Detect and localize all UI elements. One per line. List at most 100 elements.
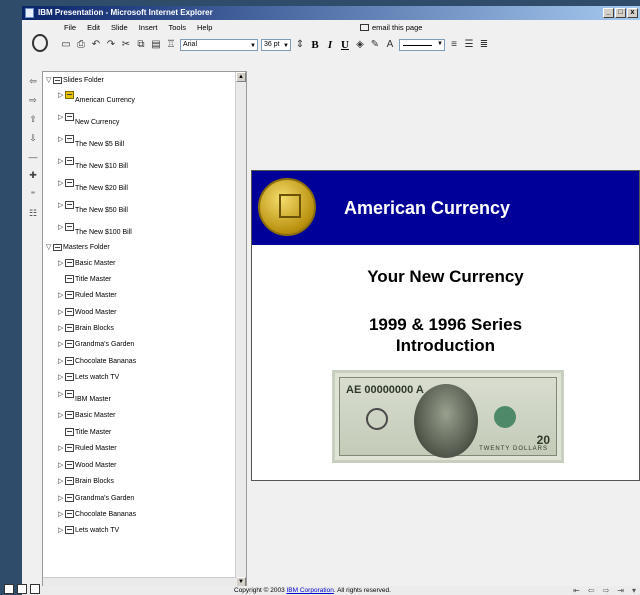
twisty-icon: ▷	[58, 462, 64, 469]
fill-color-icon[interactable]: ◈	[354, 39, 366, 51]
minimize-button[interactable]: _	[603, 8, 614, 18]
tree-master-item[interactable]: ▷ Ruled Master	[58, 291, 117, 299]
node-label: New Currency	[75, 118, 120, 126]
ibm-corporation-link[interactable]: IBM Corporation	[287, 587, 334, 594]
treasury-seal-icon	[258, 178, 316, 236]
presentation-app: File Edit Slide Insert Tools Help email …	[4, 20, 640, 595]
outline-view-icon[interactable]	[30, 584, 40, 594]
tree-slide-item[interactable]: ▷ The New $50 Bill	[58, 201, 128, 214]
tree-master-item[interactable]: ▷ Brain Blocks	[58, 324, 114, 332]
underline-button[interactable]: U	[339, 39, 351, 51]
tree-master-item[interactable]: ▷ Basic Master	[58, 411, 115, 419]
twisty-icon: ▷	[58, 478, 64, 485]
sorter-view-icon[interactable]	[17, 584, 27, 594]
previous-slide-icon[interactable]: ⇦	[588, 586, 595, 595]
bold-button[interactable]: B	[309, 39, 321, 51]
copy-icon[interactable]: ⧉	[135, 39, 147, 51]
align-center-icon[interactable]: ☰	[463, 39, 475, 51]
email-label: email this page	[372, 23, 423, 32]
scroll-up-icon[interactable]: ▲	[236, 72, 246, 82]
paste-icon[interactable]: ▤	[150, 39, 162, 51]
normal-view-icon[interactable]	[4, 584, 14, 594]
tree-master-item[interactable]: ▷ Basic Master	[58, 259, 115, 267]
first-slide-icon[interactable]: ⇤	[573, 586, 580, 595]
align-right-icon[interactable]: ≣	[478, 39, 490, 51]
twisty-icon: ▷	[58, 158, 64, 165]
font-family-value: Arial	[183, 40, 198, 48]
menu-bar: File Edit Slide Insert Tools Help	[64, 23, 212, 32]
cut-icon[interactable]: ✂	[120, 39, 132, 51]
expand-icon[interactable]: ✚	[29, 170, 37, 181]
email-page-link[interactable]: email this page	[360, 23, 422, 32]
federal-reserve-seal-icon	[366, 408, 388, 430]
tree-master-item[interactable]: ▷ Chocolate Bananas	[58, 357, 136, 365]
twisty-icon: ▽	[46, 77, 52, 84]
menu-slide[interactable]: Slide	[111, 23, 128, 32]
tree-slide-item[interactable]: ▷ The New $20 Bill	[58, 179, 128, 192]
tree-master-item[interactable]: ▷ Lets watch TV	[58, 526, 119, 534]
print-icon[interactable]: ⎙	[75, 39, 87, 51]
tree-slide-item[interactable]: ▷ American Currency	[58, 91, 135, 104]
text-color-icon[interactable]: A	[384, 39, 396, 51]
menu-insert[interactable]: Insert	[139, 23, 158, 32]
summary-icon[interactable]: ☷	[29, 208, 37, 219]
twisty-icon: ▷	[58, 292, 64, 299]
move-down-icon[interactable]: ⇩	[29, 133, 37, 144]
tree-master-item[interactable]: ▷ Brain Blocks	[58, 477, 114, 485]
menu-help[interactable]: Help	[197, 23, 212, 32]
font-family-select[interactable]: Arial ▼	[180, 38, 258, 51]
tree-master-item[interactable]: Title Master	[65, 428, 111, 436]
show-formatting-icon[interactable]: ⁼	[31, 189, 36, 200]
demote-icon[interactable]: ⇨	[29, 95, 37, 106]
maximize-button[interactable]: □	[615, 8, 626, 18]
tree-vertical-scrollbar[interactable]: ▲ ▼	[235, 72, 246, 587]
slide[interactable]: American Currency Your New Currency 1999…	[251, 170, 640, 481]
tree-master-item[interactable]: ▷ Wood Master	[58, 461, 117, 469]
next-slide-icon[interactable]: ⇨	[603, 586, 610, 595]
line-style-select[interactable]: ▼	[399, 38, 445, 51]
tree-master-item[interactable]: ▷ Grandma's Garden	[58, 340, 134, 348]
tree-master-item[interactable]: Title Master	[65, 275, 111, 283]
menu-file[interactable]: File	[64, 23, 76, 32]
new-icon[interactable]: ▭	[60, 39, 72, 51]
tree-slide-item[interactable]: ▷ The New $100 Bill	[58, 223, 132, 236]
tree-master-item[interactable]: ▷ Chocolate Bananas	[58, 510, 136, 518]
size-stepper-icon[interactable]: ⇕	[294, 39, 306, 51]
undo-icon[interactable]: ↶	[90, 39, 102, 51]
node-label: Masters Folder	[63, 243, 110, 251]
redo-icon[interactable]: ↷	[105, 39, 117, 51]
chevron-down-icon: ▼	[250, 42, 256, 49]
format-painter-icon[interactable]: ♖	[165, 39, 177, 51]
tree-master-item[interactable]: ▷ Grandma's Garden	[58, 494, 134, 502]
tree-slide-item[interactable]: ▷ The New $5 Bill	[58, 135, 124, 148]
italic-button[interactable]: I	[324, 39, 336, 51]
master-icon	[65, 494, 74, 502]
node-label: Ruled Master	[75, 444, 117, 452]
menu-edit[interactable]: Edit	[87, 23, 100, 32]
collapse-icon[interactable]: —	[29, 152, 38, 162]
last-slide-icon[interactable]: ⇥	[617, 586, 624, 595]
slides-folder-node[interactable]: ▽ Slides Folder	[46, 76, 104, 84]
masters-folder-node[interactable]: ▽ Masters Folder	[46, 243, 110, 251]
tree-master-item[interactable]: ▷ Wood Master	[58, 308, 117, 316]
slide-menu-icon[interactable]: ▾	[632, 586, 636, 595]
tree-master-item[interactable]: ▷ Lets watch TV	[58, 373, 119, 381]
twisty-icon: ▽	[46, 244, 52, 251]
node-label: American Currency	[75, 96, 135, 104]
ibm-master-node[interactable]: ▷ IBM Master	[58, 390, 111, 403]
align-left-icon[interactable]: ≡	[448, 39, 460, 51]
tree-slide-item[interactable]: ▷ The New $10 Bill	[58, 157, 128, 170]
promote-icon[interactable]: ⇦	[29, 76, 37, 87]
font-size-select[interactable]: 36 pt ▼	[261, 38, 291, 51]
line-color-icon[interactable]: ✎	[369, 39, 381, 51]
close-button[interactable]: x	[627, 8, 638, 18]
move-up-icon[interactable]: ⇧	[29, 114, 37, 125]
tree-slide-item[interactable]: ▷ New Currency	[58, 113, 119, 126]
copyright-notice: Copyright © 2003 IBM Corporation. All ri…	[234, 587, 391, 594]
node-label: The New $5 Bill	[75, 140, 125, 148]
chevron-down-icon: ▼	[283, 42, 289, 49]
folder-icon	[53, 243, 62, 251]
menu-tools[interactable]: Tools	[168, 23, 186, 32]
tree-master-item[interactable]: ▷ Ruled Master	[58, 444, 117, 452]
twisty-icon: ▷	[58, 495, 64, 502]
